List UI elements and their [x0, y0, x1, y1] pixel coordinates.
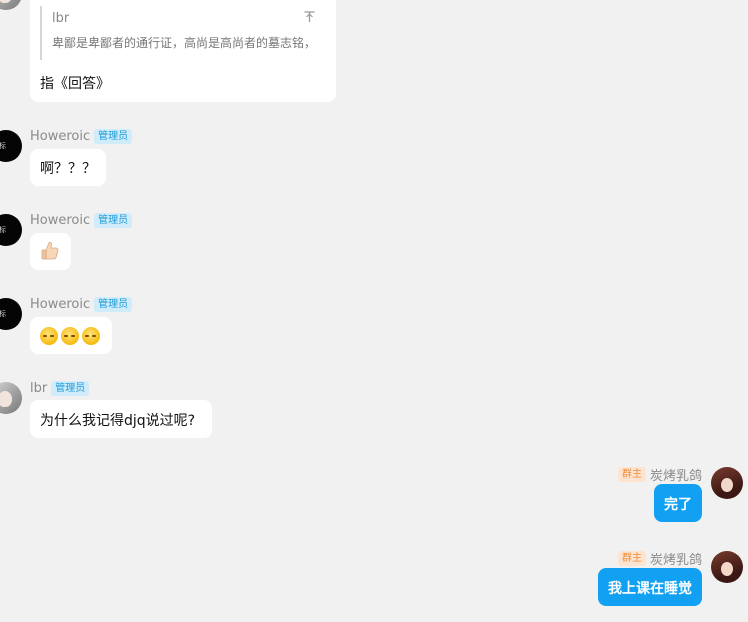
avatar[interactable]: 地标: [0, 214, 22, 246]
owner-badge: 群主: [617, 551, 646, 566]
avatar[interactable]: [711, 467, 743, 499]
message-text: 完了: [664, 497, 692, 513]
avatar[interactable]: [0, 0, 22, 10]
quote-text: 卑鄙是卑鄙者的通行证，高尚是高尚者的墓志铭，: [52, 36, 317, 50]
sender-line: Howeroic 管理员: [30, 297, 133, 312]
admin-badge: 管理员: [51, 381, 90, 396]
quote-bar: [40, 6, 42, 60]
message-text: 我上课在睡觉: [608, 581, 692, 597]
sender-line: Howeroic 管理员: [30, 129, 133, 144]
admin-badge: 管理员: [94, 297, 133, 312]
message-text: 指《回答》: [40, 76, 110, 92]
owner-badge: 群主: [617, 467, 646, 482]
sender-line: Howeroic 管理员: [30, 213, 133, 228]
sender-name[interactable]: 炭烤乳鸽: [650, 465, 702, 484]
reply-message-bubble[interactable]: lbr 卑鄙是卑鄙者的通行证，高尚是高尚者的墓志铭， 指《回答》: [30, 0, 336, 102]
message-bubble[interactable]: 为什么我记得djq说过呢?: [30, 400, 212, 438]
smiley-face-icon: [82, 327, 100, 345]
avatar[interactable]: 地标: [0, 298, 22, 330]
message-bubble[interactable]: 啊？？？: [30, 149, 106, 186]
message-bubble[interactable]: [30, 317, 112, 354]
smiley-face-icon: [61, 327, 79, 345]
self-message-bubble[interactable]: 完了: [654, 484, 702, 522]
sender-name[interactable]: lbr: [30, 381, 47, 396]
quote-author: lbr: [52, 11, 70, 26]
thumbs-up-icon: [41, 242, 59, 260]
sender-name[interactable]: Howeroic: [30, 129, 90, 144]
sender-line: 群主 炭烤乳鸽: [617, 549, 702, 568]
message-text: 为什么我记得djq说过呢?: [40, 413, 196, 429]
message-bubble[interactable]: [30, 233, 71, 270]
admin-badge: 管理员: [94, 129, 133, 144]
pin-icon[interactable]: [304, 11, 315, 26]
sender-line: lbr 管理员: [30, 381, 90, 396]
smiley-face-icon: [40, 327, 58, 345]
sender-name[interactable]: Howeroic: [30, 297, 90, 312]
message-text: 啊？？？: [40, 161, 96, 177]
avatar[interactable]: 地标: [0, 130, 22, 162]
avatar[interactable]: [0, 382, 22, 414]
avatar[interactable]: [711, 551, 743, 583]
sender-name[interactable]: Howeroic: [30, 213, 90, 228]
admin-badge: 管理员: [94, 213, 133, 228]
sender-name[interactable]: 炭烤乳鸽: [650, 549, 702, 568]
sender-line: 群主 炭烤乳鸽: [617, 465, 702, 484]
self-message-bubble[interactable]: 我上课在睡觉: [598, 568, 702, 606]
